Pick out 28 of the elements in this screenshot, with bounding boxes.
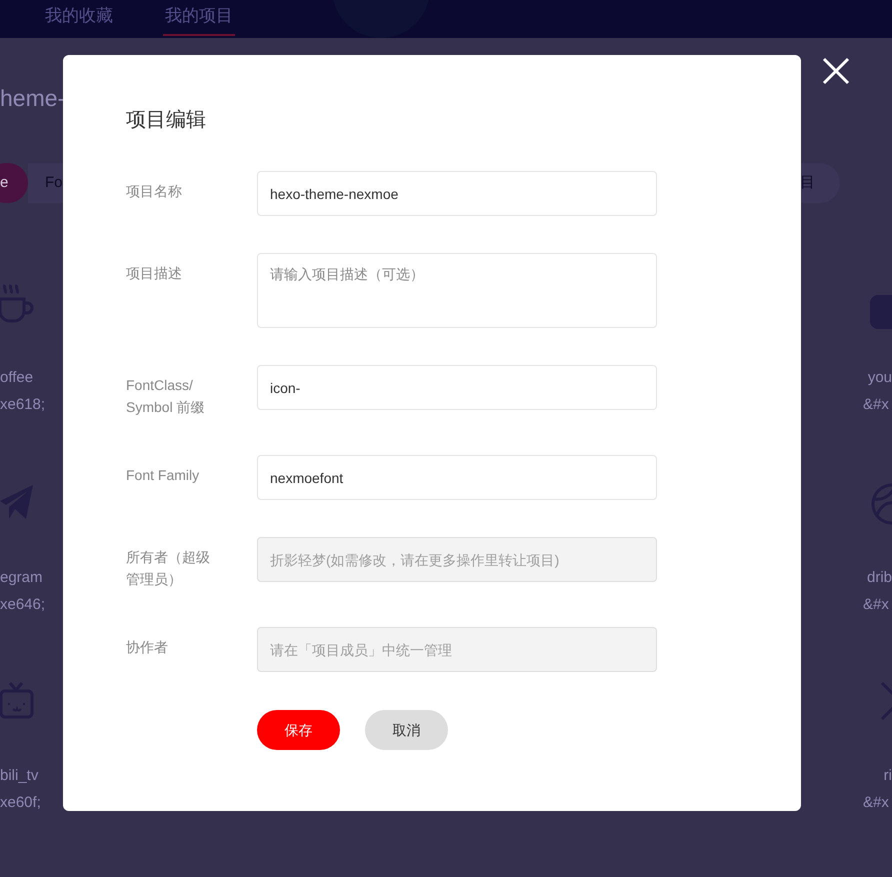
icon-code: xe618; xyxy=(0,395,46,415)
icon-name: drib xyxy=(866,568,892,588)
icon-name: ri xyxy=(884,766,892,786)
icon-code: &#x xyxy=(863,595,889,615)
close-button[interactable] xyxy=(822,57,850,85)
icon-name: egram xyxy=(0,568,43,588)
field-label: FontClass/ Symbol 前缀 xyxy=(126,376,206,417)
dialog-title: 项目编辑 xyxy=(126,108,206,133)
field-label: 项目描述 xyxy=(126,264,183,283)
field-label: 项目名称 xyxy=(126,182,183,201)
filter-pill[interactable]: e xyxy=(0,163,28,203)
field-label: Font Family xyxy=(126,466,200,485)
cancel-button[interactable]: 取消 xyxy=(365,710,448,750)
icon-name: bili_tv xyxy=(0,766,38,786)
icon-name: you xyxy=(868,368,892,388)
input-field[interactable]: hexo-theme-nexmoe xyxy=(257,171,657,216)
icon-code: &#x xyxy=(863,793,889,813)
icon-code: xe646; xyxy=(0,595,46,615)
input-field[interactable]: icon- xyxy=(257,365,657,410)
input-field[interactable]: nexmoefont xyxy=(257,455,657,500)
textarea-field[interactable]: 请输入项目描述（可选） xyxy=(257,253,657,328)
page-title: heme- xyxy=(0,84,66,113)
field-label: 协作者 xyxy=(126,638,169,657)
icon-code: xe60f; xyxy=(0,793,41,813)
field-label: 所有者（超级管理员） xyxy=(126,548,211,589)
icon-code: &#x xyxy=(863,395,889,415)
icon-name: offee xyxy=(0,368,34,388)
save-button[interactable]: 保存 xyxy=(257,710,340,750)
